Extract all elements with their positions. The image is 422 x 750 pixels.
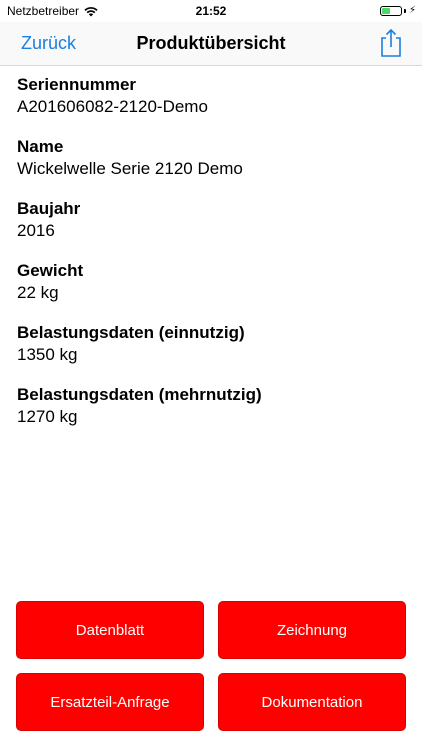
battery-icon xyxy=(379,5,402,16)
field-name: Name Wickelwelle Serie 2120 Demo xyxy=(17,136,407,180)
field-label: Name xyxy=(17,137,64,156)
battery-indicator: ⚡ xyxy=(379,5,416,16)
field-seriennummer: Seriennummer A201606082-2120-Demo xyxy=(17,74,407,118)
status-bar: Netzbetreiber 21:52 ⚡ xyxy=(0,0,422,22)
field-value: Wickelwelle Serie 2120 Demo xyxy=(17,159,243,178)
field-gewicht: Gewicht 22 kg xyxy=(17,260,407,304)
field-label: Baujahr xyxy=(17,199,81,218)
ersatzteil-anfrage-button[interactable]: Ersatzteil-Anfrage xyxy=(16,673,204,731)
field-value: 1270 kg xyxy=(17,407,78,426)
field-label: Seriennummer xyxy=(17,75,137,94)
page-title: Produktübersicht xyxy=(136,33,286,53)
field-label: Belastungsdaten (einnutzig) xyxy=(17,323,245,342)
field-belastung-mehrnutzig: Belastungsdaten (mehrnutzig) 1270 kg xyxy=(17,384,407,428)
field-value: 1350 kg xyxy=(17,345,78,364)
field-label: Gewicht xyxy=(17,261,84,280)
zeichnung-button[interactable]: Zeichnung xyxy=(218,601,406,659)
battery-tip xyxy=(403,8,406,13)
field-label: Belastungsdaten (mehrnutzig) xyxy=(17,385,262,404)
share-icon xyxy=(381,28,401,57)
field-value: 2016 xyxy=(17,221,55,240)
field-belastung-einnutzig: Belastungsdaten (einnutzig) 1350 kg xyxy=(17,322,407,366)
share-button[interactable] xyxy=(378,28,404,58)
field-baujahr: Baujahr 2016 xyxy=(17,198,407,242)
datenblatt-button[interactable]: Datenblatt xyxy=(16,601,204,659)
product-details: Seriennummer A201606082-2120-Demo Name W… xyxy=(17,74,407,446)
charging-icon: ⚡ xyxy=(408,5,416,16)
clock: 21:52 xyxy=(195,4,227,18)
field-value: 22 kg xyxy=(17,283,59,302)
dokumentation-button[interactable]: Dokumentation xyxy=(218,673,406,731)
navigation-bar: Zurück Produktübersicht xyxy=(0,22,422,66)
battery-fill xyxy=(381,7,390,14)
field-value: A201606082-2120-Demo xyxy=(17,97,208,116)
